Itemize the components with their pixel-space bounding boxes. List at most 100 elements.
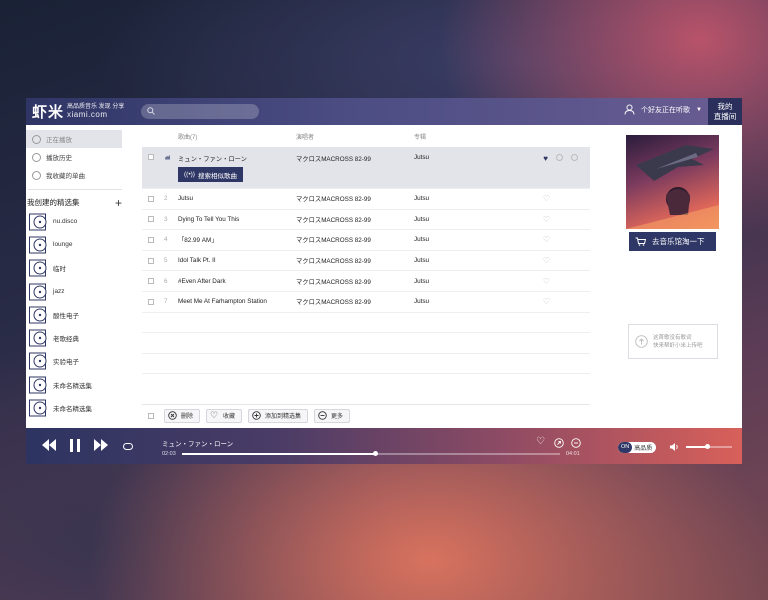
heart-filled-icon[interactable]: ♥ bbox=[543, 154, 548, 163]
quality-on-label: ON bbox=[618, 442, 633, 453]
heart-icon[interactable]: ♡ bbox=[536, 436, 545, 447]
track-artist[interactable]: マクロスMACROSS 82-99 bbox=[296, 235, 414, 244]
user-icon bbox=[624, 104, 635, 115]
header-album[interactable]: 专辑 bbox=[414, 132, 524, 141]
track-artist[interactable]: マクロスMACROSS 82-99 bbox=[296, 154, 414, 163]
heart-icon[interactable]: ♡ bbox=[543, 297, 550, 306]
table-row[interactable]: 7 Meet Me At Farhampton Station マクロスMACR… bbox=[142, 292, 590, 313]
logo-domain: xiami.com bbox=[67, 110, 108, 119]
lyric-upload-box[interactable]: 这首歌没有歌词 快来帮虾小米上传吧 bbox=[628, 324, 718, 359]
row-checkbox[interactable] bbox=[148, 298, 154, 305]
chevron-down-icon[interactable]: ▼ bbox=[696, 107, 702, 113]
heart-icon[interactable]: ♡ bbox=[543, 194, 550, 203]
add-to-collection-label: 添加到精选集 bbox=[265, 414, 302, 420]
pause-icon[interactable] bbox=[70, 439, 80, 452]
more-icon[interactable] bbox=[571, 438, 581, 448]
table-row[interactable]: 5 Idol Talk Pt. II マクロスMACROSS 82-99 Jut… bbox=[142, 251, 590, 272]
upload-icon bbox=[635, 335, 648, 348]
next-icon[interactable] bbox=[94, 439, 108, 451]
collect-button[interactable]: ♡ 收藏 bbox=[206, 408, 243, 423]
track-album[interactable]: Jutsu bbox=[414, 216, 524, 223]
music-hall-label: 去音乐馆淘一下 bbox=[652, 237, 705, 246]
xiami-logo[interactable]: 虾米 高品质音乐 发现 分享 xiami.com bbox=[32, 101, 124, 122]
track-album[interactable]: Jutsu bbox=[414, 298, 524, 305]
progress-handle[interactable] bbox=[372, 451, 378, 456]
share-icon[interactable] bbox=[554, 438, 564, 448]
friends-listening[interactable]: 个好友正在听歌 ▼ bbox=[624, 104, 702, 115]
track-title: ミュン・ファン・ローン bbox=[178, 156, 247, 163]
collection-item[interactable]: lounge bbox=[26, 233, 124, 256]
heart-icon[interactable]: ♡ bbox=[543, 215, 550, 224]
sidebar-item-favorites[interactable]: 我收藏的单曲 bbox=[26, 166, 124, 184]
row-checkbox[interactable] bbox=[148, 257, 154, 264]
volume-handle[interactable] bbox=[704, 444, 710, 449]
track-title: Dying To Tell You This bbox=[178, 215, 240, 223]
add-icon[interactable] bbox=[571, 154, 578, 161]
row-checkbox[interactable] bbox=[148, 195, 154, 202]
music-hall-button[interactable]: 去音乐馆淘一下 bbox=[629, 232, 716, 251]
quality-toggle[interactable]: ON 高品质 bbox=[618, 442, 656, 453]
close-icon bbox=[168, 411, 177, 420]
track-artist[interactable]: マクロスMACROSS 82-99 bbox=[296, 194, 414, 203]
top-bar: 虾米 高品质音乐 发现 分享 xiami.com 个好友正在听歌 ▼ 我的 直播… bbox=[26, 98, 742, 125]
select-all-checkbox[interactable] bbox=[148, 412, 154, 419]
collection-label: 老歌经典 bbox=[53, 336, 79, 344]
search-box[interactable] bbox=[141, 104, 259, 119]
collection-item[interactable]: jazz bbox=[26, 280, 124, 303]
track-album[interactable]: Jutsu bbox=[414, 257, 524, 264]
add-to-collection-button[interactable]: 添加到精选集 bbox=[248, 408, 309, 423]
plus-icon[interactable]: + bbox=[115, 197, 122, 209]
table-row-playing[interactable]: ミュン・ファン・ローン マクロスMACROSS 82-99 Jutsu ♥ ((… bbox=[142, 147, 590, 189]
collection-item[interactable]: 实验电子 bbox=[26, 350, 124, 373]
my-collections-title: 我创建的精选集 bbox=[27, 198, 80, 207]
track-title: Idol Talk Pt. II bbox=[178, 257, 216, 265]
heart-icon[interactable]: ♡ bbox=[543, 256, 550, 265]
collection-cover-icon bbox=[29, 283, 47, 301]
track-artist[interactable]: マクロスMACROSS 82-99 bbox=[296, 277, 414, 286]
sidebar-item-history[interactable]: 播放历史 bbox=[26, 148, 124, 166]
track-album[interactable]: Jutsu bbox=[414, 278, 524, 285]
search-similar-button[interactable]: ((•)) 搜索相似歌曲 bbox=[178, 167, 243, 182]
row-checkbox[interactable] bbox=[148, 216, 154, 223]
heart-icon[interactable]: ♡ bbox=[543, 277, 550, 286]
collection-item[interactable]: 酸性电子 bbox=[26, 303, 124, 326]
track-album[interactable]: Jutsu bbox=[414, 236, 524, 243]
row-checkbox[interactable] bbox=[148, 154, 154, 160]
loop-mode-icon[interactable] bbox=[123, 443, 133, 450]
track-artist[interactable]: マクロスMACROSS 82-99 bbox=[296, 297, 414, 306]
volume-control bbox=[670, 443, 732, 451]
heart-icon[interactable]: ♡ bbox=[543, 235, 550, 244]
collection-item[interactable]: 老歌经典 bbox=[26, 326, 124, 349]
previous-icon[interactable] bbox=[42, 439, 56, 451]
header-title[interactable]: 歌曲(7) bbox=[178, 132, 296, 141]
track-artist[interactable]: マクロスMACROSS 82-99 bbox=[296, 215, 414, 224]
sidebar-item-now-playing[interactable]: 正在播放 bbox=[26, 130, 122, 148]
quality-label: 高品质 bbox=[634, 446, 653, 452]
row-checkbox[interactable] bbox=[148, 236, 154, 243]
track-album[interactable]: Jutsu bbox=[414, 195, 524, 202]
heart-icon: ♡ bbox=[210, 410, 219, 420]
collection-cover-icon bbox=[29, 213, 47, 231]
volume-icon[interactable] bbox=[670, 443, 680, 451]
album-cover[interactable] bbox=[626, 135, 719, 229]
collection-item[interactable]: 未命名精选集 bbox=[26, 396, 124, 419]
table-row[interactable]: 2 Jutsu マクロスMACROSS 82-99 Jutsu ♡ bbox=[142, 189, 590, 210]
volume-slider[interactable] bbox=[686, 444, 732, 449]
delete-button[interactable]: 删除 bbox=[164, 408, 201, 423]
table-row[interactable]: 6 #Even After Dark マクロスMACROSS 82-99 Jut… bbox=[142, 271, 590, 292]
search-input[interactable] bbox=[159, 104, 255, 119]
progress-bar[interactable] bbox=[182, 451, 560, 456]
table-row[interactable]: 4 「82.99 AM」 マクロスMACROSS 82-99 Jutsu ♡ bbox=[142, 230, 590, 251]
header-artist[interactable]: 演唱者 bbox=[296, 132, 414, 141]
row-checkbox[interactable] bbox=[148, 278, 154, 285]
my-live-room-button[interactable]: 我的 直播间 bbox=[708, 98, 742, 125]
download-icon[interactable] bbox=[556, 154, 563, 161]
collection-item[interactable]: nu.disco bbox=[26, 210, 124, 233]
track-album[interactable]: Jutsu bbox=[414, 154, 524, 161]
more-button[interactable]: 更多 bbox=[314, 408, 351, 423]
collection-item[interactable]: 临时 bbox=[26, 257, 124, 280]
collection-cover-icon bbox=[29, 399, 47, 417]
collection-item[interactable]: 未命名精选集 bbox=[26, 373, 124, 396]
table-row[interactable]: 3 Dying To Tell You This マクロスMACROSS 82-… bbox=[142, 210, 590, 231]
track-artist[interactable]: マクロスMACROSS 82-99 bbox=[296, 256, 414, 265]
